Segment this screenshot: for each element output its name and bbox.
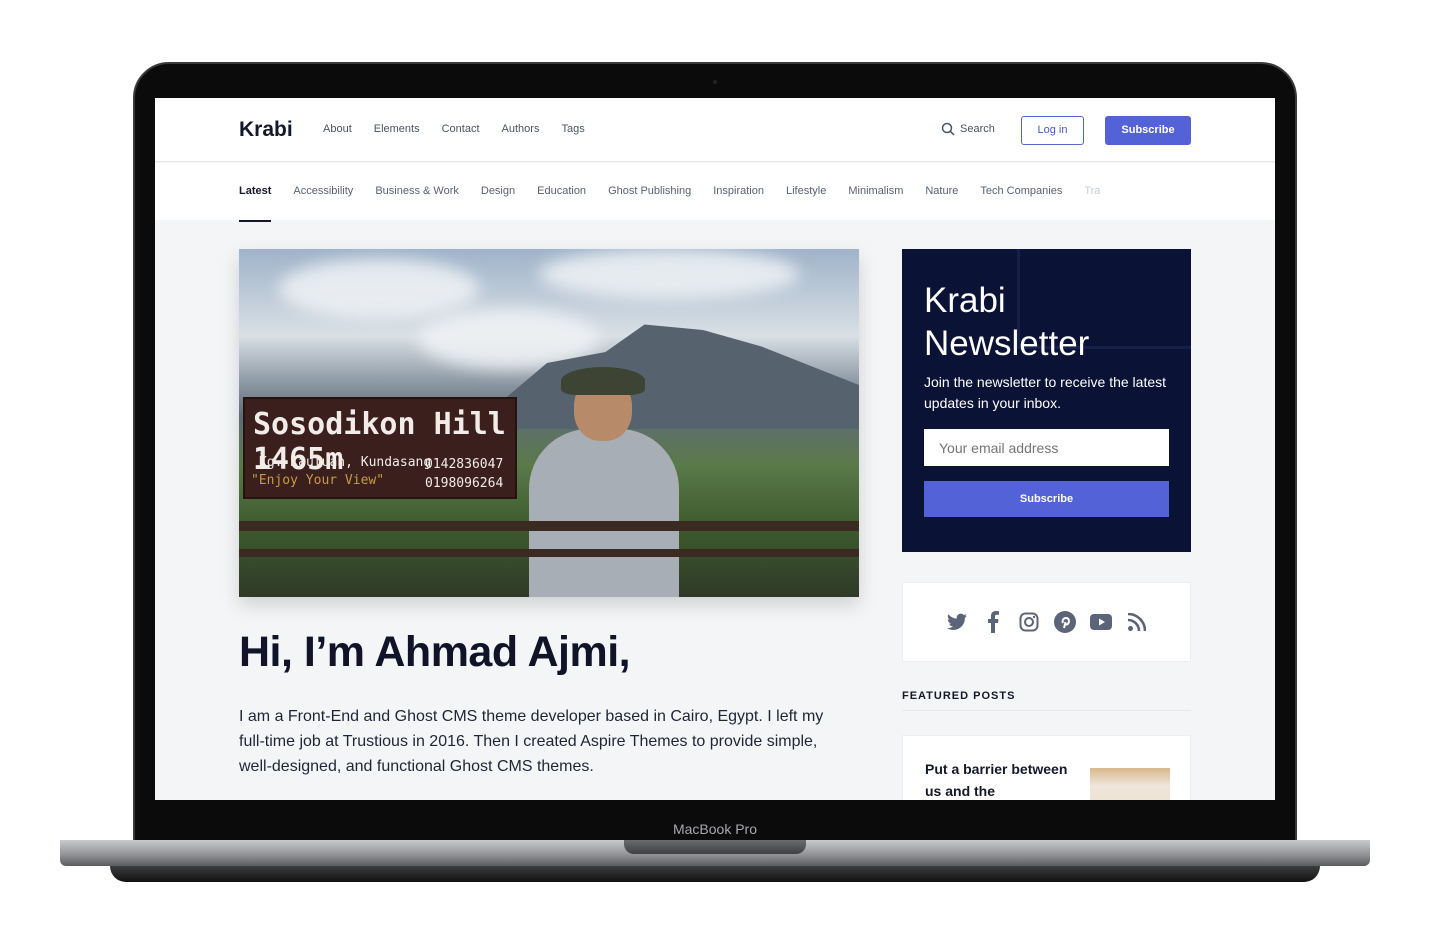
nav-authors[interactable]: Authors (502, 123, 540, 135)
subscribe-button[interactable]: Subscribe (1105, 116, 1191, 145)
featured-posts-heading: FEATURED POSTS (902, 690, 1191, 711)
tag-design[interactable]: Design (481, 185, 515, 197)
search-button[interactable]: Search (941, 122, 995, 136)
nav-elements[interactable]: Elements (374, 123, 420, 135)
tag-business-work[interactable]: Business & Work (375, 185, 459, 197)
author-bio: I am a Front-End and Ghost CMS theme dev… (239, 708, 824, 775)
hill-sign: Sosodikon Hill 1465m Kg. Kauluan, Kundas… (243, 397, 517, 499)
login-button[interactable]: Log in (1021, 116, 1084, 145)
pinterest-icon[interactable] (1053, 611, 1076, 633)
newsletter-text: Join the newsletter to receive the lates… (924, 374, 1167, 411)
laptop-notch (624, 840, 806, 854)
tag-inspiration[interactable]: Inspiration (713, 185, 764, 197)
tag-ghost-publishing[interactable]: Ghost Publishing (608, 185, 691, 197)
nav-about[interactable]: About (323, 123, 352, 135)
site-logo[interactable]: Krabi (239, 118, 293, 142)
youtube-icon[interactable] (1089, 611, 1112, 633)
tag-travel[interactable]: Tra (1084, 185, 1100, 197)
laptop-base-bottom (110, 866, 1320, 882)
tag-accessibility[interactable]: Accessibility (293, 185, 353, 197)
featured-post-card[interactable]: Put a barrier between us and the (902, 735, 1191, 800)
tag-minimalism[interactable]: Minimalism (848, 185, 903, 197)
main-nav: About Elements Contact Authors Tags (323, 123, 585, 135)
screen: Krabi About Elements Contact Authors Tag… (155, 98, 1275, 800)
site-header: Krabi About Elements Contact Authors Tag… (155, 98, 1275, 162)
search-icon (941, 122, 955, 136)
newsletter-box: Krabi Newsletter Join the newsletter to … (902, 249, 1191, 552)
search-label: Search (960, 123, 995, 135)
tag-tech-companies[interactable]: Tech Companies (980, 185, 1062, 197)
featured-post-thumbnail[interactable] (1090, 768, 1170, 800)
device-label: MacBook Pro (155, 800, 1275, 840)
nav-contact[interactable]: Contact (442, 123, 480, 135)
page-title: Hi, I’m Ahmad Ajmi, (239, 628, 631, 676)
newsletter-subscribe-button[interactable]: Subscribe (924, 481, 1169, 517)
newsletter-title: Krabi Newsletter (924, 281, 1090, 363)
tag-education[interactable]: Education (537, 185, 586, 197)
tag-nature[interactable]: Nature (925, 185, 958, 197)
nav-tags[interactable]: Tags (561, 123, 584, 135)
rss-icon[interactable] (1126, 611, 1148, 633)
hero-photo: Sosodikon Hill 1465m Kg. Kauluan, Kundas… (239, 249, 859, 597)
camera (713, 80, 717, 84)
featured-post-title[interactable]: Put a barrier between us and the (925, 758, 1075, 800)
twitter-icon[interactable] (946, 611, 968, 633)
tag-latest[interactable]: Latest (239, 185, 272, 222)
social-links (902, 582, 1191, 662)
instagram-icon[interactable] (1018, 611, 1040, 633)
tag-lifestyle[interactable]: Lifestyle (786, 185, 826, 197)
email-input[interactable] (924, 429, 1169, 466)
facebook-icon[interactable] (982, 611, 1004, 633)
tag-bar: Latest Accessibility Business & Work Des… (155, 163, 1275, 222)
